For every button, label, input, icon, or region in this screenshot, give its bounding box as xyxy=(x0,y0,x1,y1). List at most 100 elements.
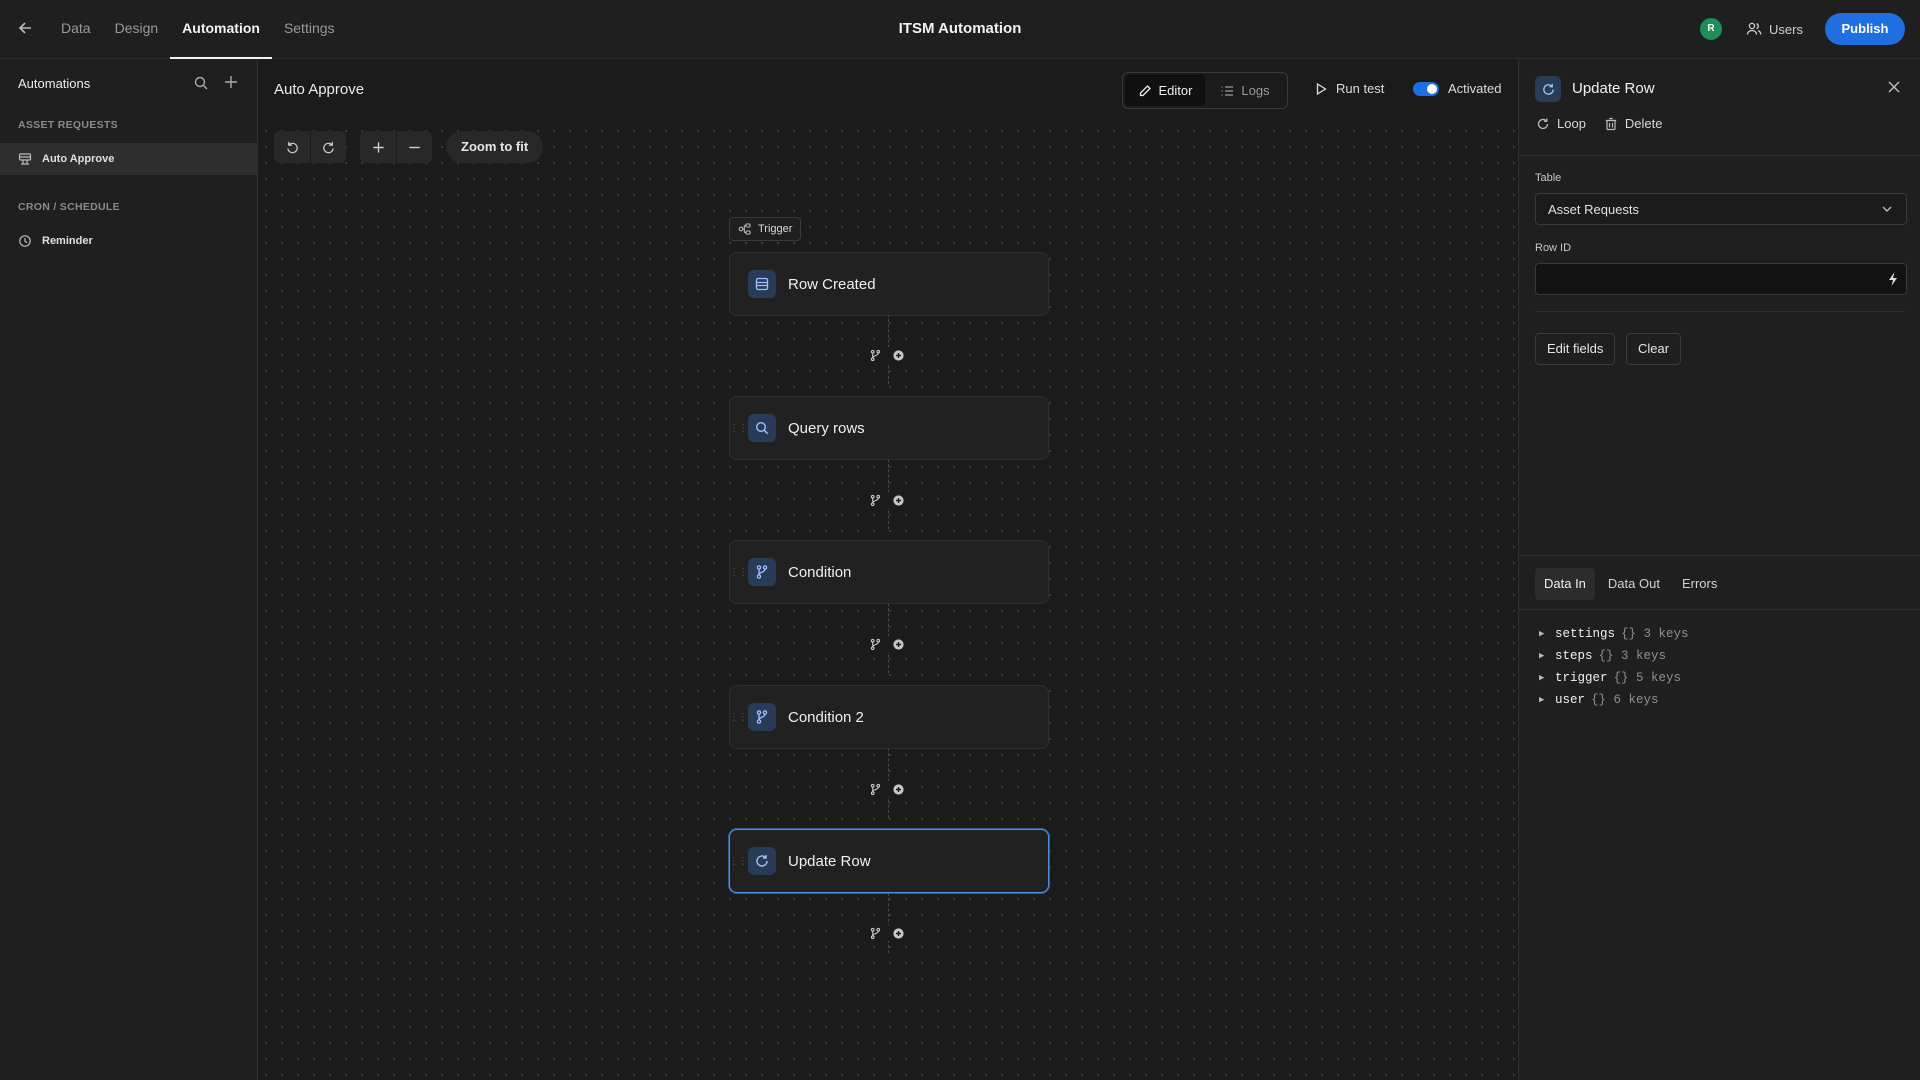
add-step-icon[interactable] xyxy=(892,638,905,651)
tree-node-settings[interactable]: ▶ settings {} 3 keys xyxy=(1539,623,1689,645)
zoom-toolbar xyxy=(360,131,432,163)
table-select-value: Asset Requests xyxy=(1548,201,1640,217)
publish-button[interactable]: Publish xyxy=(1825,13,1905,45)
step-connector xyxy=(869,636,909,652)
tree-meta: {} 3 keys xyxy=(1598,649,1667,663)
loop-button[interactable]: Loop xyxy=(1536,116,1586,131)
step-connector xyxy=(869,492,909,508)
tab-errors[interactable]: Errors xyxy=(1673,568,1726,600)
minus-icon xyxy=(409,146,420,148)
automation-name: Auto Approve xyxy=(274,81,365,98)
branch-add-icon[interactable] xyxy=(869,927,882,940)
panel-actions: Loop Delete xyxy=(1536,116,1663,131)
branch-add-icon[interactable] xyxy=(869,349,882,362)
nav-settings[interactable]: Settings xyxy=(272,0,347,59)
add-step-icon[interactable] xyxy=(892,927,905,940)
tree-node-user[interactable]: ▶ user {} 6 keys xyxy=(1539,689,1689,711)
search-icon[interactable] xyxy=(193,75,209,91)
tree-meta: {} 5 keys xyxy=(1613,671,1682,685)
sidebar-item-auto-approve[interactable]: Auto Approve xyxy=(0,143,257,175)
step-label: Update Row xyxy=(788,852,871,870)
step-label: Condition xyxy=(788,563,852,581)
automations-sidebar: Automations ASSET REQUESTS Auto Approve … xyxy=(0,59,258,1080)
drag-handle[interactable]: ⋮⋮ xyxy=(729,686,748,748)
branch-icon xyxy=(748,703,776,731)
row-id-input[interactable] xyxy=(1535,263,1907,295)
zoom-in-button[interactable] xyxy=(360,131,396,163)
table-select[interactable]: Asset Requests xyxy=(1535,193,1907,225)
add-automation-icon[interactable] xyxy=(222,73,240,91)
tab-data-out[interactable]: Data Out xyxy=(1599,568,1669,600)
drag-handle[interactable]: ⋮⋮ xyxy=(729,830,748,892)
automation-canvas[interactable]: Auto Approve Editor Logs Run test Activa… xyxy=(258,59,1518,1080)
tab-data-in[interactable]: Data In xyxy=(1535,568,1595,600)
mode-toggle: Editor Logs xyxy=(1122,72,1288,109)
activated-label: Activated xyxy=(1448,81,1502,96)
play-icon xyxy=(1316,82,1327,95)
loop-label: Loop xyxy=(1557,116,1586,131)
table-field-label: Table xyxy=(1535,172,1562,184)
top-bar: Data Design Automation Settings ITSM Aut… xyxy=(0,0,1920,59)
table-row-icon xyxy=(748,270,776,298)
tree-key: user xyxy=(1555,693,1586,707)
clear-button[interactable]: Clear xyxy=(1626,333,1682,365)
branch-add-icon[interactable] xyxy=(869,494,882,507)
step-condition[interactable]: ⋮⋮ Condition xyxy=(729,540,1049,604)
nav-design[interactable]: Design xyxy=(103,0,171,59)
step-update-row[interactable]: ⋮⋮ Update Row xyxy=(729,829,1049,893)
zoom-out-button[interactable] xyxy=(396,131,432,163)
edit-fields-button[interactable]: Edit fields xyxy=(1535,333,1616,365)
nav-data[interactable]: Data xyxy=(49,0,103,59)
users-label: Users xyxy=(1769,21,1803,37)
zoom-to-fit-button[interactable]: Zoom to fit xyxy=(446,131,544,163)
top-nav: Data Design Automation Settings xyxy=(49,0,347,59)
delete-button[interactable]: Delete xyxy=(1604,116,1663,131)
undo-button[interactable] xyxy=(274,131,310,163)
step-connector xyxy=(869,781,909,797)
divider xyxy=(1519,155,1920,156)
logs-tab[interactable]: Logs xyxy=(1205,75,1285,106)
drag-handle[interactable]: ⋮⋮ xyxy=(729,397,748,459)
undo-icon xyxy=(286,141,298,153)
users-button[interactable]: Users xyxy=(1746,18,1803,40)
activated-toggle[interactable] xyxy=(1413,81,1439,96)
data-tree: ▶ settings {} 3 keys ▶ steps {} 3 keys ▶… xyxy=(1539,623,1689,711)
divider xyxy=(1535,311,1905,312)
plus-icon xyxy=(372,141,384,153)
delete-label: Delete xyxy=(1624,116,1663,131)
step-connector xyxy=(869,347,909,363)
refresh-icon xyxy=(1535,76,1561,102)
nav-automation[interactable]: Automation xyxy=(170,0,272,59)
branch-add-icon[interactable] xyxy=(869,638,882,651)
step-condition-2[interactable]: ⋮⋮ Condition 2 xyxy=(729,685,1049,749)
tree-node-trigger[interactable]: ▶ trigger {} 5 keys xyxy=(1539,667,1689,689)
tree-meta: {} 3 keys xyxy=(1621,627,1689,641)
step-connector xyxy=(869,925,909,941)
step-row-created[interactable]: Row Created xyxy=(729,252,1049,316)
branch-add-icon[interactable] xyxy=(869,783,882,796)
editor-tab[interactable]: Editor xyxy=(1125,75,1205,106)
drag-handle[interactable]: ⋮⋮ xyxy=(729,541,748,603)
step-query-rows[interactable]: ⋮⋮ Query rows xyxy=(729,396,1049,460)
step-label: Query rows xyxy=(788,419,865,437)
branch-icon xyxy=(748,558,776,586)
trigger-icon xyxy=(738,223,751,235)
table-icon xyxy=(18,153,32,165)
add-step-icon[interactable] xyxy=(892,494,905,507)
section-asset-requests: ASSET REQUESTS xyxy=(18,119,118,131)
run-test-button[interactable]: Run test xyxy=(1314,81,1384,96)
back-arrow-icon[interactable] xyxy=(16,18,36,38)
add-step-icon[interactable] xyxy=(892,783,905,796)
users-icon xyxy=(1746,22,1762,35)
refresh-icon xyxy=(748,847,776,875)
step-settings-panel: Update Row Loop Delete Table Asset Reque… xyxy=(1518,59,1920,1080)
history-toolbar xyxy=(274,131,346,163)
avatar[interactable]: R xyxy=(1700,18,1722,40)
add-step-icon[interactable] xyxy=(892,349,905,362)
lightning-bolt-icon[interactable] xyxy=(1886,271,1900,287)
sidebar-item-reminder[interactable]: Reminder xyxy=(0,225,257,257)
tree-node-steps[interactable]: ▶ steps {} 3 keys xyxy=(1539,645,1689,667)
redo-button[interactable] xyxy=(310,131,346,163)
row-id-field-label: Row ID xyxy=(1535,242,1572,254)
close-icon[interactable] xyxy=(1886,79,1902,95)
